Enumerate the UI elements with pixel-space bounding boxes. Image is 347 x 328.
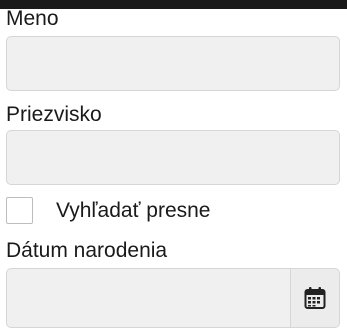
date-picker-button[interactable] xyxy=(290,268,340,328)
first-name-label: Meno xyxy=(6,7,59,30)
search-form: Meno Priezvisko Vyhľadať presne Dátum na… xyxy=(0,0,347,328)
last-name-label: Priezvisko xyxy=(6,103,102,126)
birth-date-label: Dátum narodenia xyxy=(6,239,168,262)
birth-date-field[interactable] xyxy=(6,268,290,328)
first-name-field[interactable] xyxy=(6,36,340,91)
calendar-icon xyxy=(304,287,326,309)
last-name-field[interactable] xyxy=(6,130,340,185)
exact-search-label[interactable]: Vyhľadať presne xyxy=(56,199,211,223)
birth-date-group xyxy=(6,268,340,328)
exact-search-checkbox[interactable] xyxy=(6,197,33,224)
